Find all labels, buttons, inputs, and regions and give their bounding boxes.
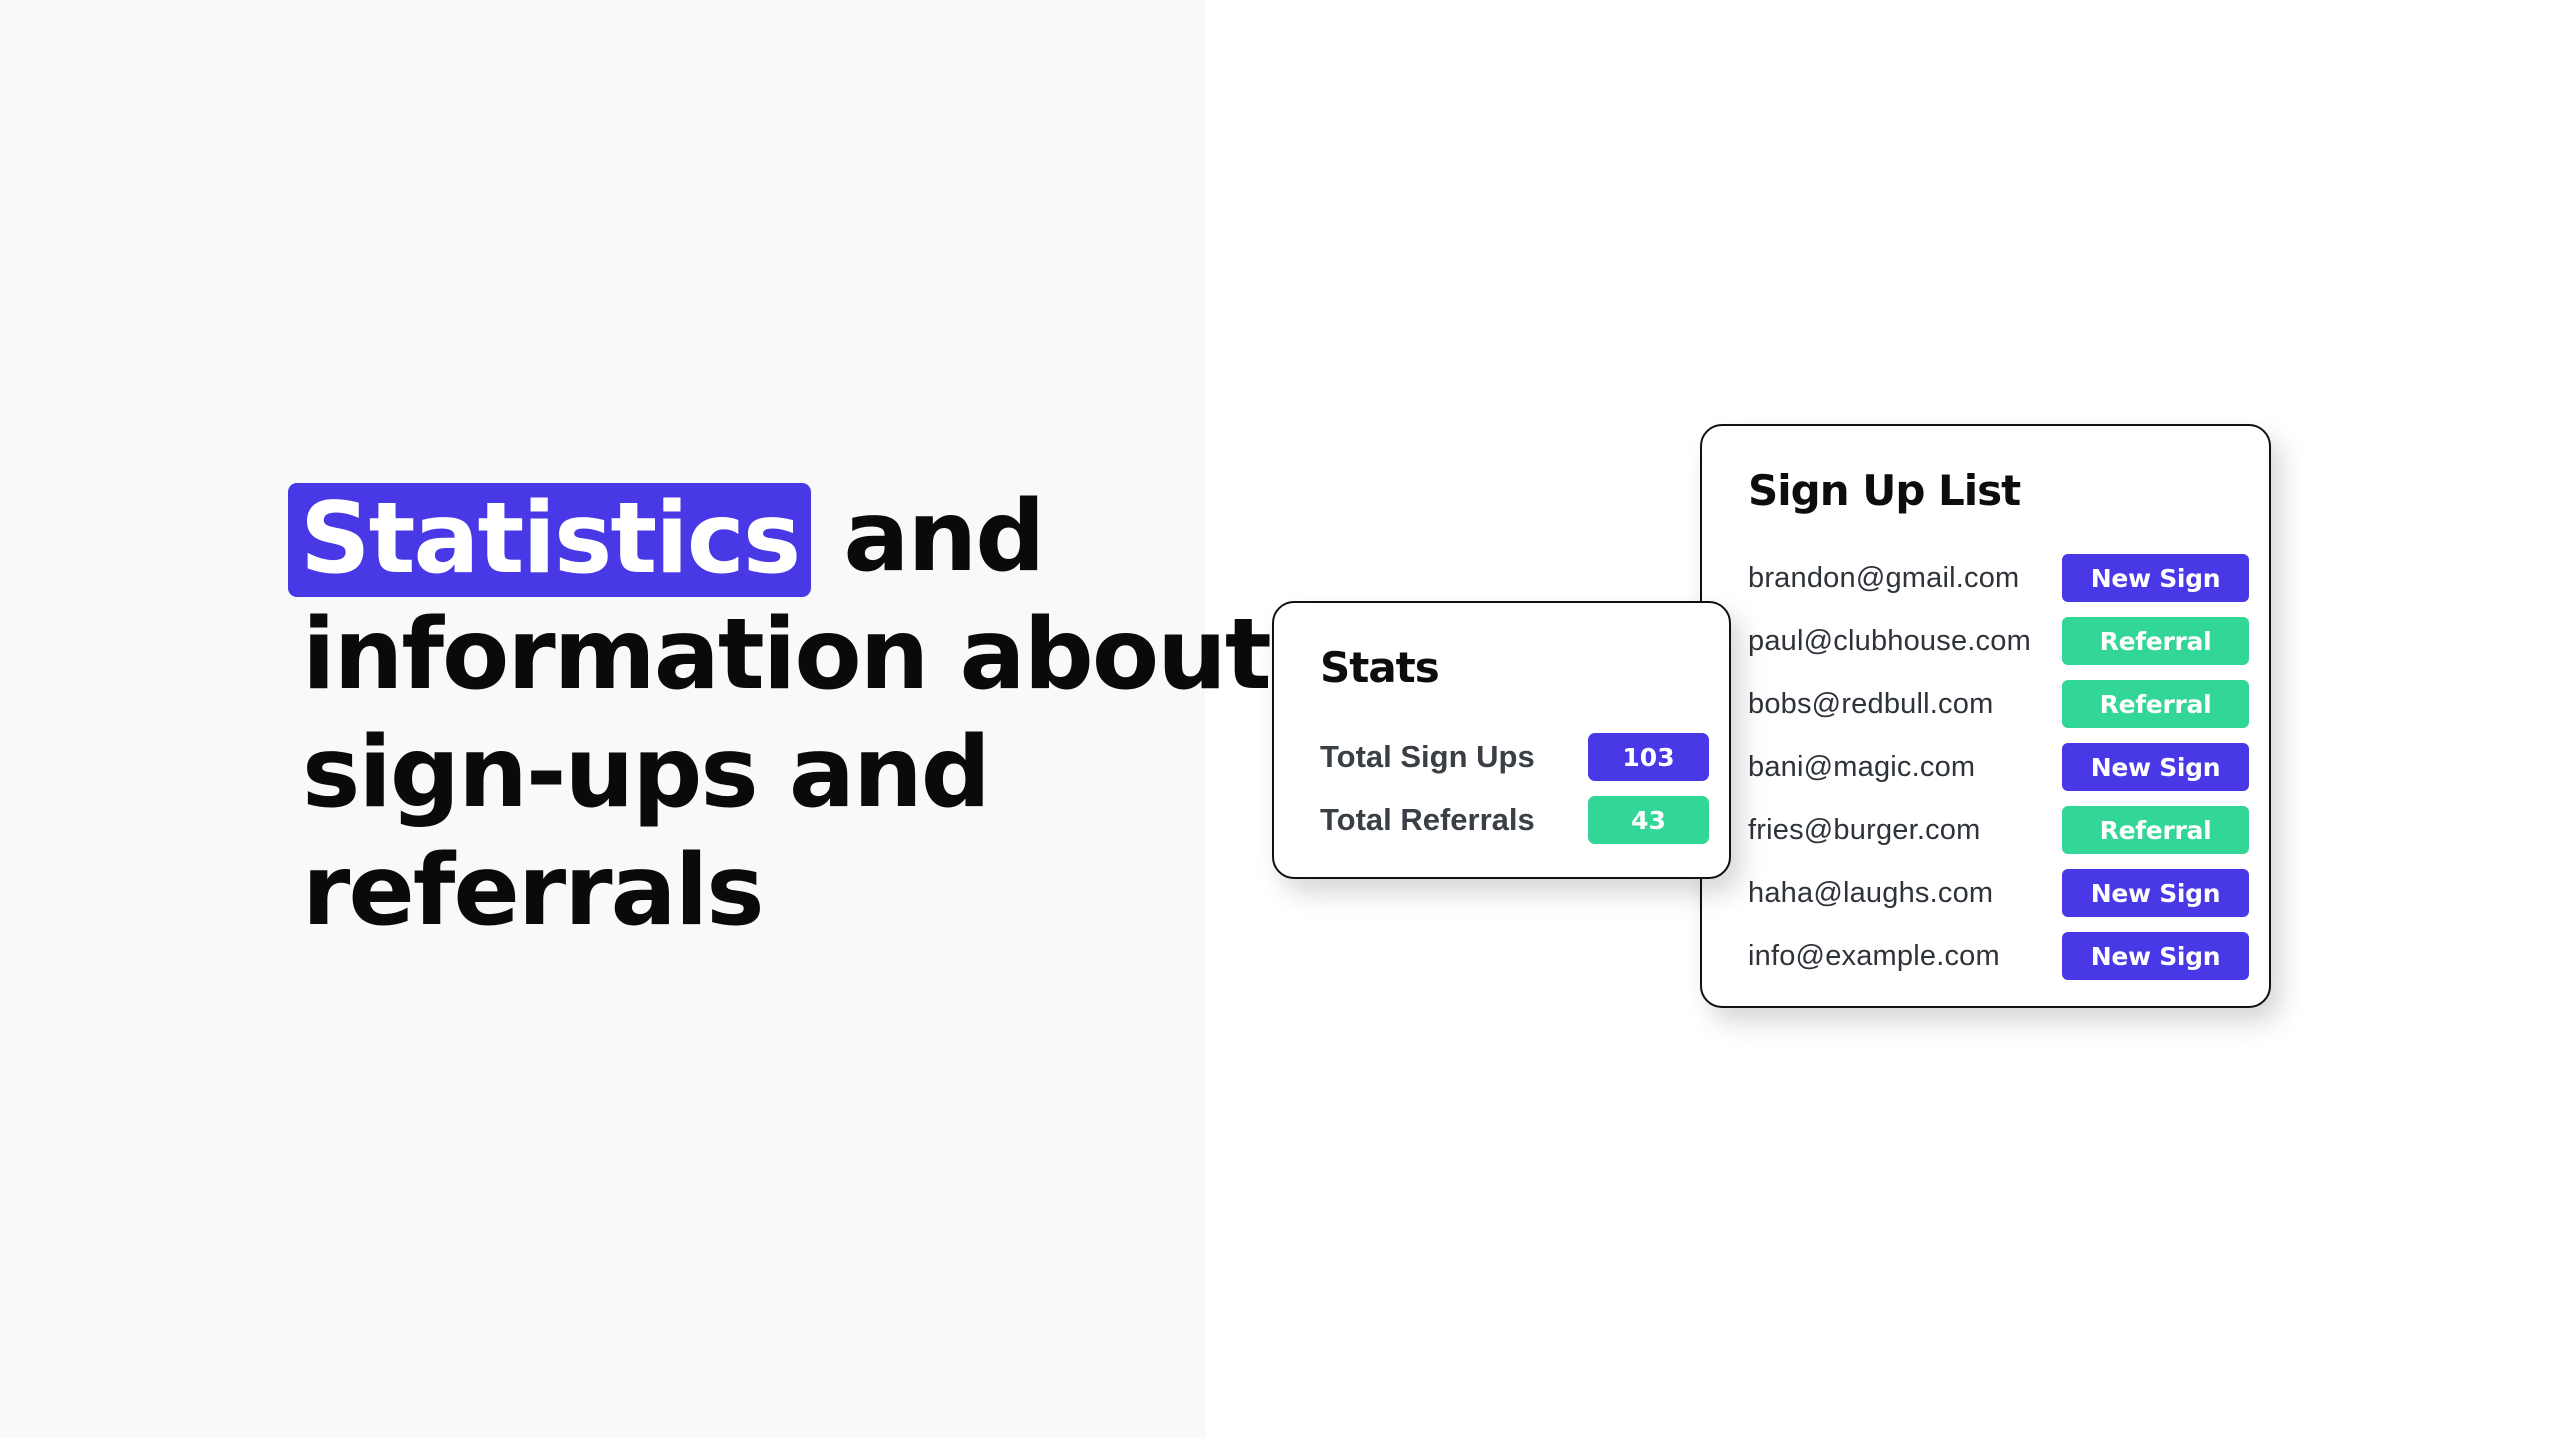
email: fries@burger.com <box>1748 813 1981 846</box>
status-badge: New Sign <box>2062 932 2249 980</box>
stats-title: Stats <box>1320 643 1440 692</box>
email: paul@clubhouse.com <box>1748 624 2031 657</box>
list-item[interactable]: haha@laughs.com New Sign <box>1748 869 2249 917</box>
list-item[interactable]: fries@burger.com Referral <box>1748 806 2249 854</box>
headline-line-3: sign-ups and <box>302 716 991 830</box>
status-badge: New Sign <box>2062 554 2249 602</box>
stat-total-sign-ups: Total Sign Ups 103 <box>1320 733 1709 781</box>
status-badge: New Sign <box>2062 869 2249 917</box>
email: haha@laughs.com <box>1748 876 1994 909</box>
stat-total-referrals: Total Referrals 43 <box>1320 796 1709 844</box>
email: bani@magic.com <box>1748 750 1976 783</box>
status-badge: New Sign <box>2062 743 2249 791</box>
list-item[interactable]: brandon@gmail.com New Sign <box>1748 554 2249 602</box>
stat-label: Total Sign Ups <box>1320 739 1535 774</box>
stats-card: Stats Total Sign Ups 103 Total Referrals… <box>1272 601 1731 879</box>
email: info@example.com <box>1748 939 2000 972</box>
email: brandon@gmail.com <box>1748 561 2020 594</box>
status-badge: Referral <box>2062 617 2249 665</box>
email: bobs@redbull.com <box>1748 687 1994 720</box>
headline-line-2: information about <box>302 598 1272 712</box>
headline-highlight: Statistics <box>288 483 812 597</box>
signup-list-card: Sign Up List brandon@gmail.com New Sign … <box>1700 424 2271 1008</box>
stat-value-badge: 103 <box>1588 733 1709 781</box>
headline-line-1: Statistics and <box>288 478 1162 597</box>
stat-label: Total Referrals <box>1320 802 1535 837</box>
list-item[interactable]: info@example.com New Sign <box>1748 932 2249 980</box>
stat-value-badge: 43 <box>1588 796 1709 844</box>
list-item[interactable]: paul@clubhouse.com Referral <box>1748 617 2249 665</box>
signup-list-title: Sign Up List <box>1748 466 2021 515</box>
list-item[interactable]: bani@magic.com New Sign <box>1748 743 2249 791</box>
headline: Statistics and information about sign-up… <box>288 478 1272 950</box>
headline-line-4: referrals <box>302 834 765 948</box>
list-item[interactable]: bobs@redbull.com Referral <box>1748 680 2249 728</box>
headline-line-1-rest: and <box>843 480 1045 594</box>
status-badge: Referral <box>2062 680 2249 728</box>
status-badge: Referral <box>2062 806 2249 854</box>
